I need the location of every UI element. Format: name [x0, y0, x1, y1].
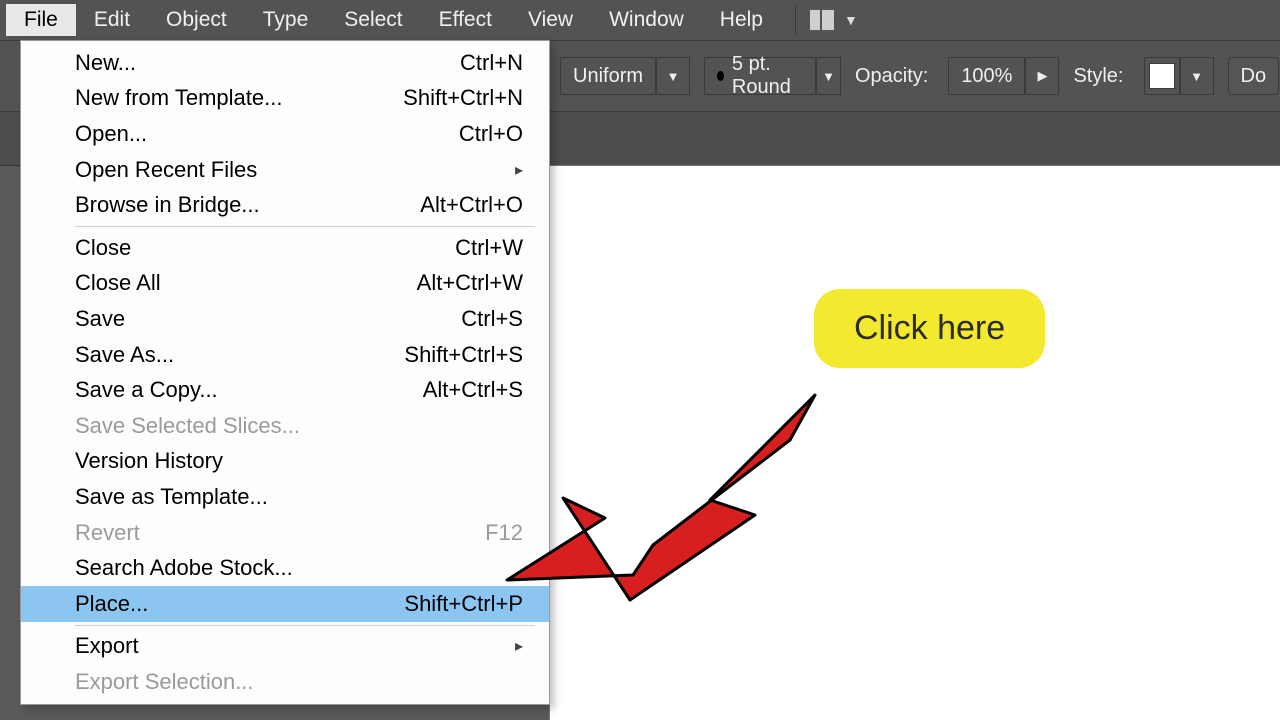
menu-edit[interactable]: Edit	[76, 4, 148, 36]
chevron-down-icon[interactable]: ▼	[1180, 57, 1214, 95]
menu-item-shortcut: Ctrl+W	[455, 235, 523, 261]
style-field[interactable]: ▼	[1144, 57, 1214, 95]
menu-item-shortcut: Ctrl+S	[461, 306, 523, 332]
menu-item-label: Save as Template...	[75, 484, 268, 510]
menu-item-shortcut: Ctrl+N	[460, 50, 523, 76]
menu-item-label: Export	[75, 633, 139, 659]
menu-item-shortcut: Alt+Ctrl+W	[417, 270, 523, 296]
red-arrow-icon	[505, 390, 825, 605]
document-setup-button[interactable]: Do	[1228, 57, 1280, 95]
menu-item-save[interactable]: Save Ctrl+S	[21, 301, 549, 337]
arrange-documents-button[interactable]: ▼	[810, 10, 858, 30]
menu-item-export[interactable]: Export	[21, 629, 549, 665]
menu-item-search-adobe-stock[interactable]: Search Adobe Stock...	[21, 550, 549, 586]
menu-item-label: Browse in Bridge...	[75, 192, 260, 218]
menu-item-shortcut: Shift+Ctrl+S	[404, 342, 523, 368]
swatch-icon	[1149, 63, 1175, 89]
menu-item-shortcut: Shift+Ctrl+N	[403, 85, 523, 111]
menu-select[interactable]: Select	[326, 4, 420, 36]
menu-file[interactable]: File	[6, 4, 76, 36]
menu-item-label: Save	[75, 306, 125, 332]
menu-item-label: New from Template...	[75, 85, 282, 111]
menu-item-label: Save a Copy...	[75, 377, 218, 403]
menu-item-open-recent-files[interactable]: Open Recent Files	[21, 152, 549, 188]
file-menu-dropdown: New... Ctrl+N New from Template... Shift+Ct…	[20, 40, 550, 705]
stroke-profile-field[interactable]: Uniform ▼	[560, 57, 690, 95]
menu-item-label: Save As...	[75, 342, 174, 368]
menu-item-new-from-template[interactable]: New from Template... Shift+Ctrl+N	[21, 81, 549, 117]
brush-value: 5 pt. Round	[704, 57, 816, 95]
brush-field[interactable]: 5 pt. Round ▼	[704, 57, 841, 95]
menu-window[interactable]: Window	[591, 4, 702, 36]
menu-item-shortcut: Alt+Ctrl+O	[420, 192, 523, 218]
menu-item-label: Revert	[75, 520, 140, 546]
menu-item-close[interactable]: Close Ctrl+W	[21, 230, 549, 266]
style-swatch	[1144, 57, 1180, 95]
menu-item-save-a-copy[interactable]: Save a Copy...Alt+Ctrl+S	[21, 372, 549, 408]
menu-item-label: New...	[75, 50, 136, 76]
menu-item-export-selection: Export Selection...	[21, 664, 549, 700]
menu-item-save-selected-slices: Save Selected Slices...	[21, 408, 549, 444]
menu-item-browse-in-bridge[interactable]: Browse in Bridge... Alt+Ctrl+O	[21, 187, 549, 223]
opacity-value: 100%	[948, 57, 1025, 95]
stroke-profile-value: Uniform	[560, 57, 656, 95]
opacity-label: Opacity:	[855, 65, 928, 88]
menu-item-version-history[interactable]: Version History	[21, 444, 549, 480]
chevron-right-icon[interactable]: ▶	[1025, 57, 1059, 95]
menu-effect[interactable]: Effect	[421, 4, 510, 36]
menu-item-label: Search Adobe Stock...	[75, 555, 293, 581]
menu-item-label: Close	[75, 235, 131, 261]
opacity-field[interactable]: 100% ▶	[948, 57, 1059, 95]
menu-type[interactable]: Type	[245, 4, 327, 36]
menu-item-open[interactable]: Open... Ctrl+O	[21, 116, 549, 152]
menu-item-label: Open...	[75, 121, 147, 147]
menu-item-label: Place...	[75, 591, 148, 617]
chevron-down-icon[interactable]: ▼	[816, 57, 841, 95]
menu-item-place[interactable]: Place...Shift+Ctrl+P	[21, 586, 549, 622]
dot-icon	[717, 71, 724, 81]
style-label: Style:	[1073, 65, 1123, 88]
chevron-down-icon: ▼	[844, 12, 858, 28]
menu-item-label: Open Recent Files	[75, 157, 257, 183]
menu-view[interactable]: View	[510, 4, 591, 36]
menu-item-label: Export Selection...	[75, 669, 254, 695]
menubar-separator	[795, 6, 796, 34]
menu-item-save-as[interactable]: Save As... Shift+Ctrl+S	[21, 337, 549, 373]
menu-item-revert: RevertF12	[21, 515, 549, 551]
menu-help[interactable]: Help	[702, 4, 781, 36]
chevron-down-icon[interactable]: ▼	[656, 57, 690, 95]
menu-item-label: Save Selected Slices...	[75, 413, 300, 439]
callout-text: Click here	[854, 309, 1005, 347]
menu-divider	[75, 625, 535, 626]
menu-item-label: Close All	[75, 270, 161, 296]
menu-item-shortcut: Ctrl+O	[459, 121, 523, 147]
menu-object[interactable]: Object	[148, 4, 245, 36]
menu-item-new[interactable]: New... Ctrl+N	[21, 45, 549, 81]
menu-item-save-as-template[interactable]: Save as Template...	[21, 479, 549, 515]
arrange-documents-icon	[810, 10, 834, 30]
menu-divider	[75, 226, 535, 227]
menu-item-label: Version History	[75, 448, 223, 474]
menu-item-close-all[interactable]: Close All Alt+Ctrl+W	[21, 266, 549, 302]
menubar: FileEditObjectTypeSelectEffectViewWindow…	[0, 0, 1280, 40]
callout-bubble: Click here	[814, 289, 1045, 368]
